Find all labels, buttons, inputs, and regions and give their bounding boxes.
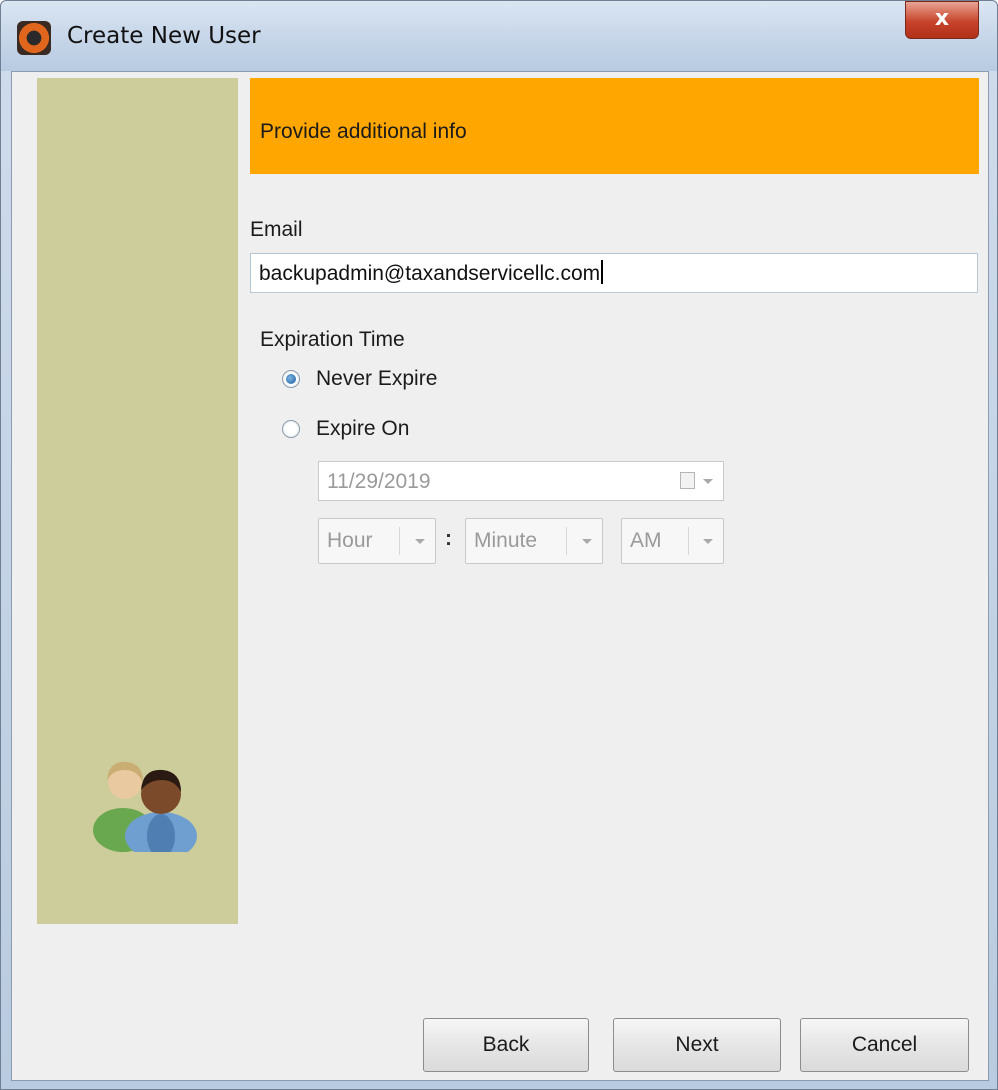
expiration-date-picker[interactable]: 11/29/2019 xyxy=(318,461,724,501)
hour-select[interactable]: Hour xyxy=(318,518,436,564)
never-expire-radio[interactable] xyxy=(282,370,300,388)
minute-value: Minute xyxy=(474,529,538,552)
expire-on-radio[interactable] xyxy=(282,420,300,438)
text-caret xyxy=(601,260,604,284)
never-expire-label: Never Expire xyxy=(316,367,438,390)
ampm-select[interactable]: AM xyxy=(621,518,724,564)
expire-on-option[interactable]: Expire On xyxy=(282,417,409,441)
app-logo-icon xyxy=(17,21,51,55)
chevron-down-icon[interactable] xyxy=(415,539,425,544)
users-icon xyxy=(93,761,197,852)
email-value: backupadmin@taxandservicellc.com xyxy=(259,262,601,285)
ampm-value: AM xyxy=(630,529,662,552)
calendar-icon[interactable] xyxy=(680,472,695,489)
chevron-down-icon[interactable] xyxy=(582,539,592,544)
next-button[interactable]: Next xyxy=(613,1018,781,1072)
combo-divider xyxy=(566,527,567,555)
step-banner: Provide additional info xyxy=(250,78,979,174)
chevron-down-icon[interactable] xyxy=(703,539,713,544)
back-button[interactable]: Back xyxy=(423,1018,589,1072)
never-expire-option[interactable]: Never Expire xyxy=(282,367,437,391)
email-field[interactable]: backupadmin@taxandservicellc.com xyxy=(250,253,978,293)
time-separator: : xyxy=(445,527,452,550)
window-title: Create New User xyxy=(67,23,261,49)
hour-value: Hour xyxy=(327,529,373,552)
banner-text: Provide additional info xyxy=(260,120,467,143)
close-button[interactable]: x xyxy=(905,1,979,39)
combo-divider xyxy=(688,527,689,555)
title-bar[interactable]: Create New User x xyxy=(1,1,997,71)
email-label: Email xyxy=(250,218,303,241)
date-value: 11/29/2019 xyxy=(327,470,431,493)
chevron-down-icon[interactable] xyxy=(703,479,713,484)
dialog-window: Create New User x Provide additional inf… xyxy=(0,0,998,1090)
wizard-sidebar xyxy=(37,78,238,924)
expire-on-label: Expire On xyxy=(316,417,410,440)
combo-divider xyxy=(399,527,400,555)
expiration-label: Expiration Time xyxy=(260,328,405,351)
minute-select[interactable]: Minute xyxy=(465,518,603,564)
dialog-body: Provide additional info Email backupadmi… xyxy=(11,71,989,1081)
cancel-button[interactable]: Cancel xyxy=(800,1018,969,1072)
